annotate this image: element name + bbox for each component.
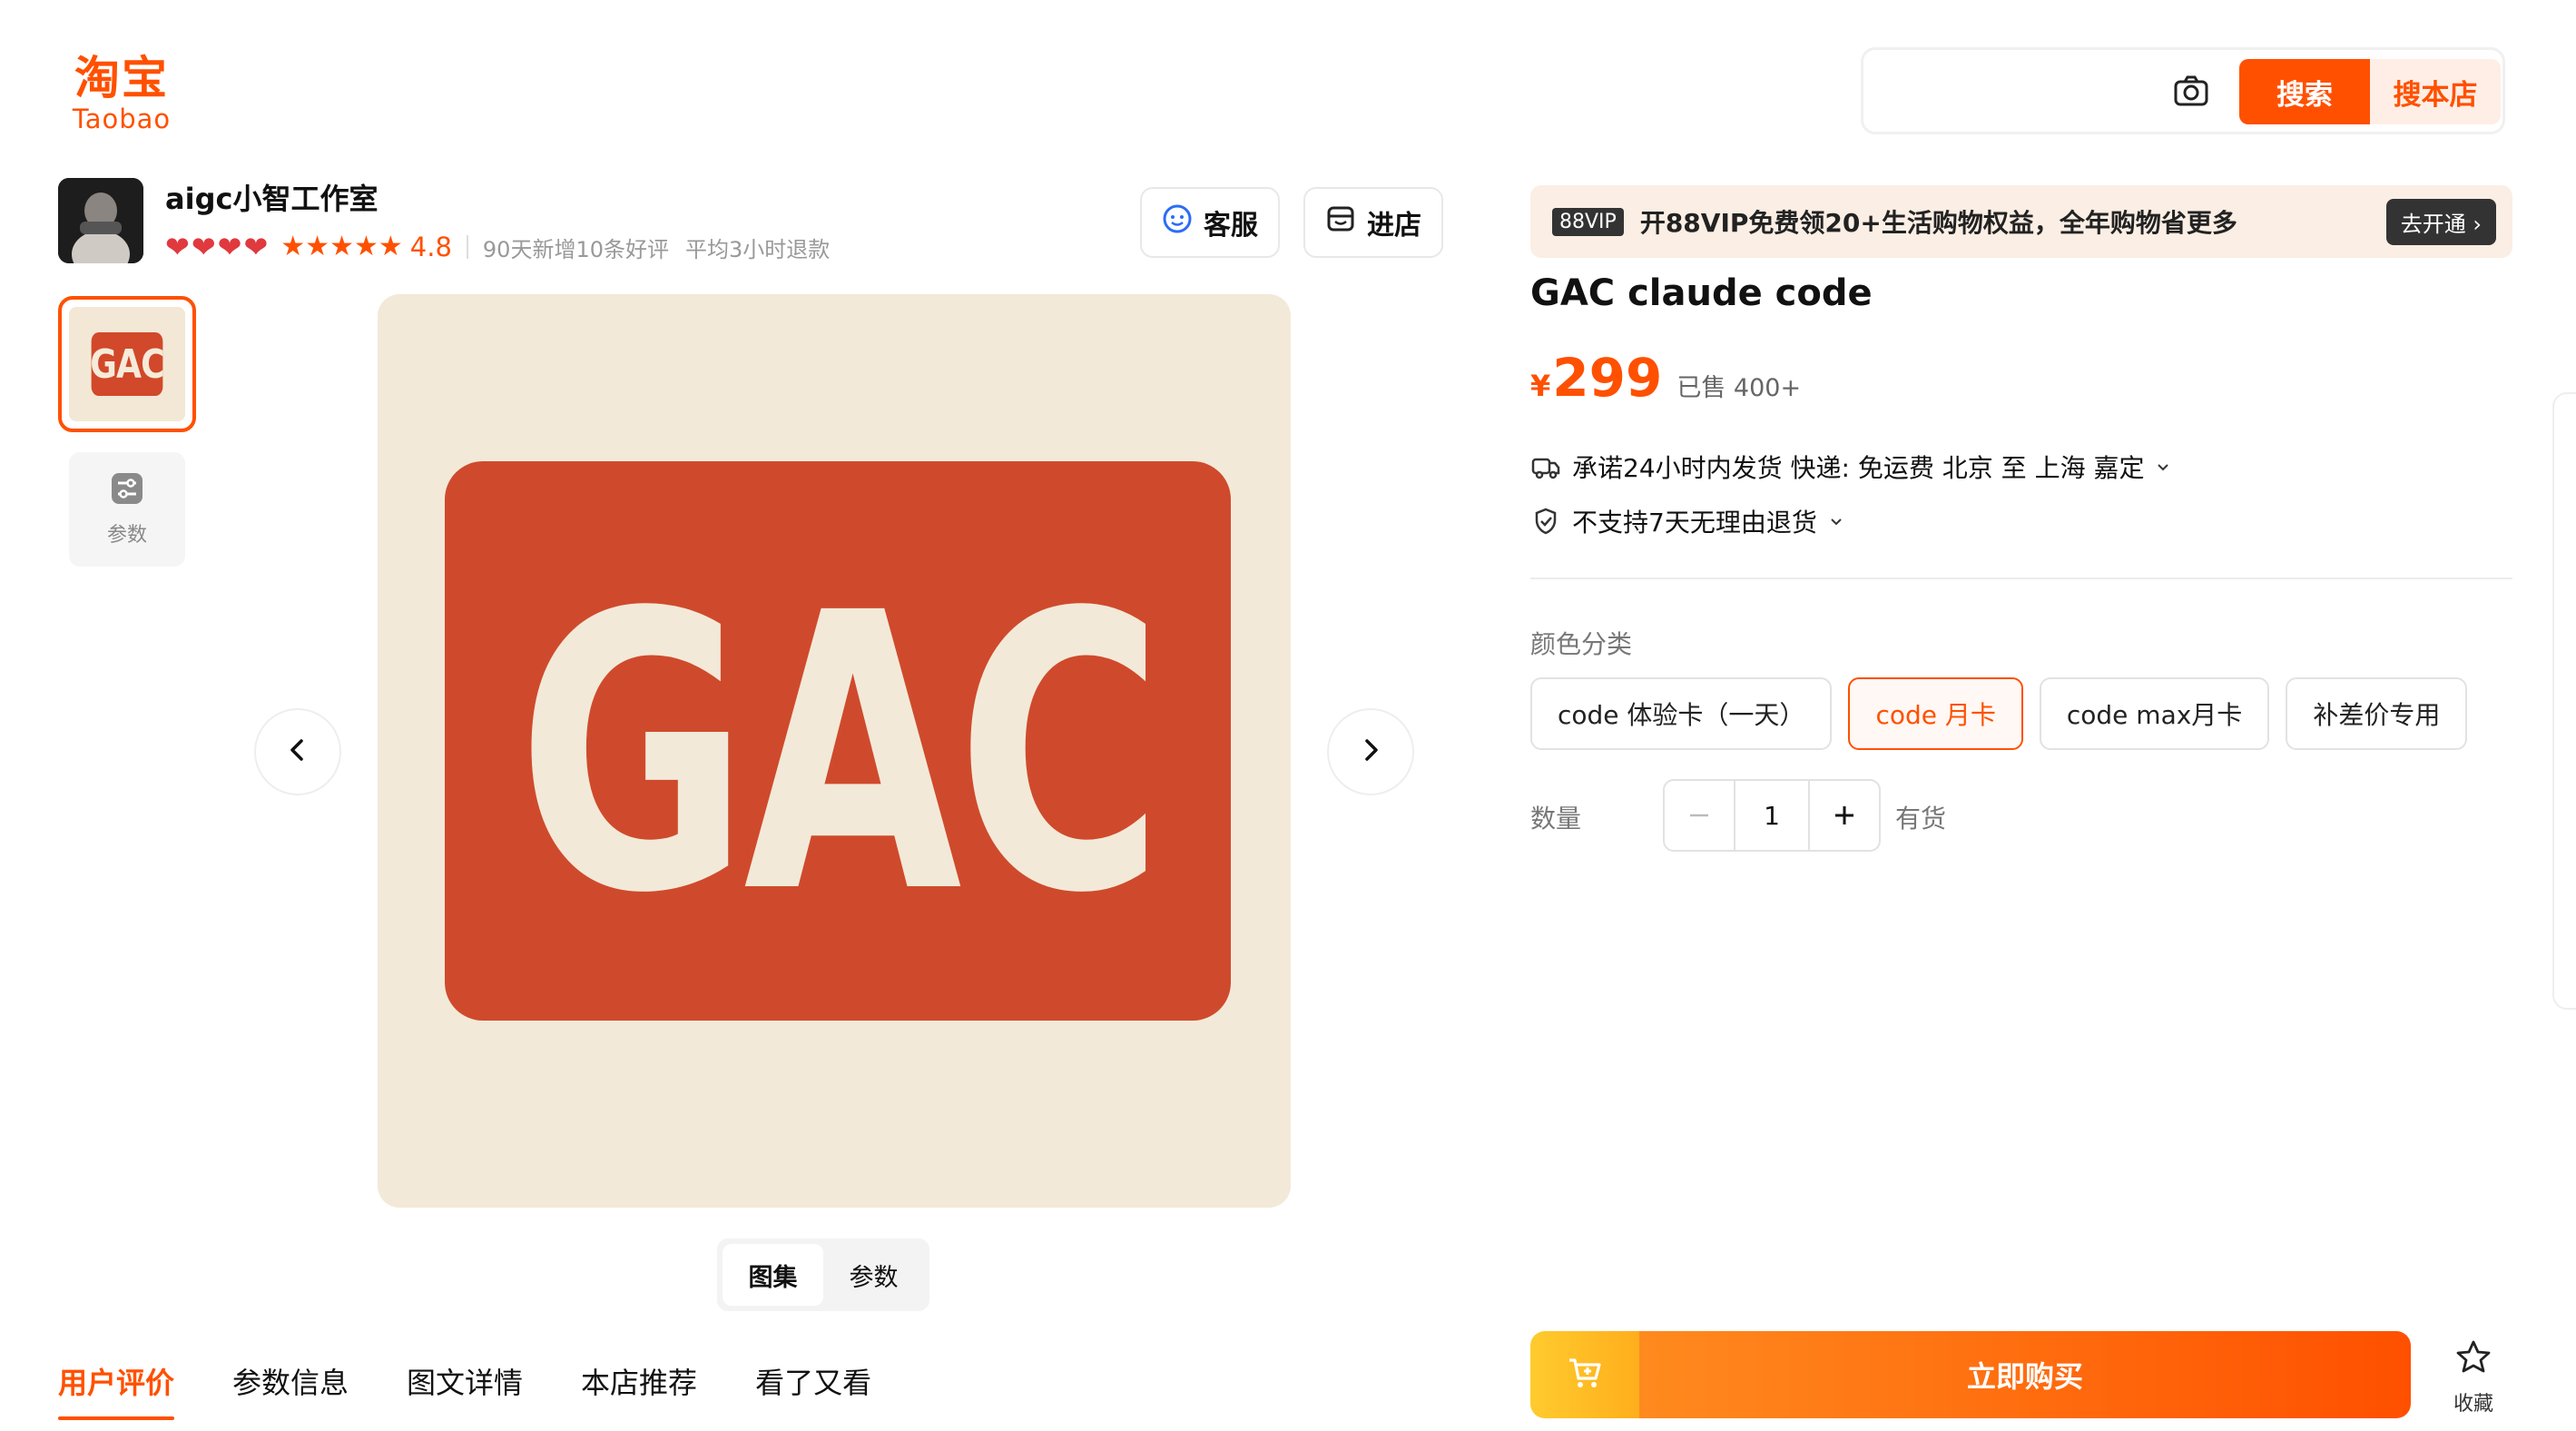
tab-gallery[interactable]: 图集 — [723, 1244, 823, 1306]
price: 299 — [1552, 347, 1663, 409]
thumbnail-image: GAC — [69, 307, 185, 421]
gallery-tabs: 图集 参数 — [717, 1239, 929, 1311]
thumbnail-logo-text: GAC — [90, 332, 165, 396]
heart-rating: ❤ ❤ ❤ ❤ — [165, 232, 268, 262]
quantity-label: 数量 — [1530, 804, 1582, 834]
store-search-button[interactable]: 搜本店 — [2370, 59, 2501, 124]
favorite-label: 收藏 — [2453, 1393, 2493, 1416]
vip-text: 开88VIP免费领20+生活购物权益，全年购物省更多 — [1639, 208, 2237, 238]
color-category-label: 颜色分类 — [1530, 629, 1633, 659]
shop-reviews-meta: 90天新增10条好评 — [482, 236, 669, 262]
enter-store-button[interactable]: 进店 — [1303, 187, 1443, 258]
plus-button[interactable] — [1808, 781, 1879, 850]
customer-service-label: 客服 — [1204, 210, 1258, 242]
search-bar: 搜索 搜本店 — [1861, 47, 2505, 134]
chevron-down-icon — [1828, 507, 1844, 537]
tab-also-viewed[interactable]: 看了又看 — [755, 1360, 871, 1420]
logo-en: Taobao — [72, 104, 172, 134]
shield-hands-icon — [1530, 506, 1561, 537]
search-button[interactable]: 搜索 — [2239, 59, 2370, 124]
search-input[interactable] — [1882, 61, 2208, 121]
camera-icon[interactable] — [2172, 73, 2210, 111]
divider — [466, 235, 468, 259]
chevron-down-icon — [2155, 452, 2171, 482]
main-logo-text: GAC — [517, 533, 1158, 977]
return-policy-text: 不支持7天无理由退货 — [1572, 508, 1817, 538]
shop-name[interactable]: aigc小智工作室 — [165, 176, 378, 218]
product-title: GAC claude code — [1530, 272, 1873, 314]
sku-options: code 体验卡（一天） code 月卡 code max月卡 补差价专用 — [1530, 677, 2468, 750]
quantity-stepper: 1 — [1663, 779, 1881, 852]
heart-icon: ❤ — [191, 230, 216, 264]
chevron-left-icon — [284, 736, 311, 767]
customer-service-button[interactable]: 客服 — [1140, 187, 1280, 258]
sliders-icon — [110, 471, 144, 511]
truck-icon — [1530, 451, 1561, 482]
star-icon: ★ — [378, 231, 403, 262]
shop-rating-row: ❤ ❤ ❤ ❤ ★ ★ ★ ★ ★ 4.8 90天新增10条好评 平均3小时退款 — [165, 229, 830, 265]
shop-refund-meta: 平均3小时退款 — [684, 236, 831, 262]
star-icon: ★ — [353, 231, 379, 262]
params-thumbnail-label: 参数 — [106, 524, 147, 547]
favorite-button[interactable]: 收藏 — [2443, 1338, 2503, 1416]
params-thumbnail[interactable]: 参数 — [69, 452, 185, 567]
divider — [1530, 577, 2512, 579]
shop-avatar[interactable] — [58, 178, 143, 263]
price-row: ¥ 299 已售 400+ — [1530, 347, 1801, 409]
return-policy-row[interactable]: 不支持7天无理由退货 — [1530, 503, 1844, 539]
taobao-logo[interactable]: 淘宝 Taobao — [58, 53, 185, 134]
prev-image-button[interactable] — [254, 708, 341, 795]
star-outline-icon — [2454, 1338, 2492, 1382]
star-icon: ★ — [329, 231, 354, 262]
add-to-cart-button[interactable] — [1530, 1331, 1639, 1418]
shipping-row[interactable]: 承诺24小时内发货 快递: 免运费 北京 至 上海 嘉定 — [1530, 449, 2171, 485]
sku-option-max-monthly[interactable]: code max月卡 — [2039, 677, 2270, 750]
sku-option-monthly[interactable]: code 月卡 — [1848, 677, 2023, 750]
tab-reviews[interactable]: 用户评价 — [58, 1360, 175, 1420]
next-image-button[interactable] — [1327, 708, 1414, 795]
tab-params[interactable]: 参数 — [823, 1244, 924, 1306]
enter-store-label: 进店 — [1367, 210, 1421, 242]
quantity-value[interactable]: 1 — [1735, 781, 1808, 850]
vip-banner[interactable]: 88VIP 开88VIP免费领20+生活购物权益，全年购物省更多 去开通 › — [1530, 185, 2512, 258]
shop-score: 4.8 — [409, 232, 452, 262]
buy-now-button[interactable]: 立即购买 — [1639, 1331, 2411, 1418]
stock-status: 有货 — [1895, 804, 1947, 834]
sku-option-trial[interactable]: code 体验卡（一天） — [1530, 677, 1833, 750]
star-icon: ★ — [280, 231, 306, 262]
tab-details[interactable]: 图文详情 — [407, 1360, 523, 1420]
heart-icon: ❤ — [217, 230, 242, 264]
minus-button[interactable] — [1665, 781, 1735, 850]
star-icon: ★ — [305, 231, 330, 262]
tab-store-recommend[interactable]: 本店推荐 — [581, 1360, 697, 1420]
main-product-image: GAC — [378, 294, 1291, 1208]
purchase-bar: 立即购买 — [1530, 1331, 2411, 1418]
store-icon — [1325, 203, 1356, 242]
side-panel-edge[interactable] — [2552, 392, 2576, 1010]
detail-tabs: 用户评价 参数信息 图文详情 本店推荐 看了又看 — [58, 1360, 871, 1420]
sold-count: 已售 400+ — [1676, 374, 1802, 402]
star-rating: ★ ★ ★ ★ ★ — [280, 232, 403, 262]
logo-cn: 淘宝 — [74, 52, 169, 104]
tab-param-info[interactable]: 参数信息 — [232, 1360, 349, 1420]
thumbnail-1[interactable]: GAC — [58, 296, 196, 432]
vip-badge: 88VIP — [1552, 207, 1624, 236]
shipping-text: 承诺24小时内发货 快递: 免运费 北京 至 上海 嘉定 — [1572, 453, 2145, 483]
chat-face-icon — [1162, 203, 1193, 242]
cart-icon — [1565, 1353, 1605, 1396]
logo-text-container: GAC — [445, 461, 1231, 1021]
chevron-right-icon — [1357, 736, 1384, 767]
heart-icon: ❤ — [165, 230, 190, 264]
heart-icon: ❤ — [243, 230, 269, 264]
sku-option-price-diff[interactable]: 补差价专用 — [2286, 677, 2468, 750]
vip-open-button[interactable]: 去开通 › — [2385, 198, 2496, 245]
currency-symbol: ¥ — [1530, 369, 1551, 403]
